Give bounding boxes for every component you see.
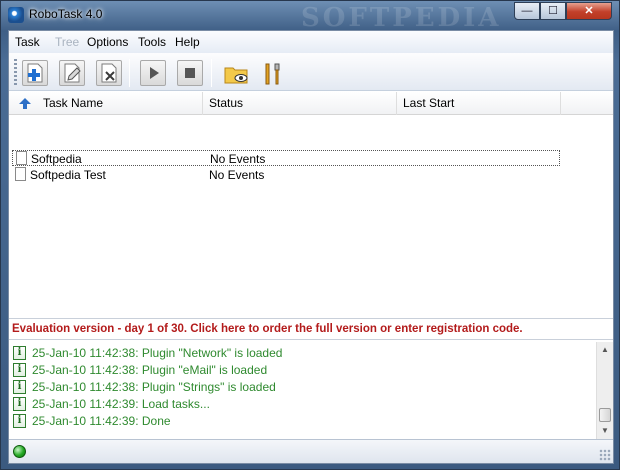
edit-task-button[interactable] (59, 60, 85, 86)
minimize-button[interactable]: — (514, 2, 540, 20)
menu-task[interactable]: Task (15, 35, 40, 49)
task-row[interactable]: Softpedia Test No Events (12, 167, 560, 183)
settings-button[interactable] (259, 60, 285, 86)
toolbar-grip[interactable] (14, 59, 17, 85)
info-icon: i (13, 346, 26, 360)
task-row[interactable]: Softpedia No Events (12, 150, 560, 166)
menu-help[interactable]: Help (175, 35, 200, 49)
softpedia-watermark: SOFTPEDIA (301, 3, 502, 33)
log-entry-text: 25-Jan-10 11:42:39: Load tasks... (32, 397, 210, 411)
stop-task-icon (185, 68, 195, 78)
close-button[interactable]: ✕ (566, 2, 612, 20)
client-area: Task Tree Options Tools Help Task Name S… (8, 30, 614, 464)
column-last-start[interactable]: Last Start (397, 92, 561, 115)
new-task-button[interactable] (22, 60, 48, 86)
menu-tree: Tree (55, 35, 80, 49)
log-scrollbar[interactable]: ▲ ▼ (596, 342, 613, 439)
status-bar (9, 439, 613, 463)
task-list-header: Task Name Status Last Start (9, 92, 613, 115)
menu-tools[interactable]: Tools (138, 35, 166, 49)
log-entry-text: 25-Jan-10 11:42:38: Plugin "Network" is … (32, 346, 283, 360)
app-window: RoboTask 4.0 SOFTPEDIA — ☐ ✕ Task Tree O… (0, 0, 620, 470)
resize-grip[interactable] (599, 449, 611, 461)
scroll-down-icon[interactable]: ▼ (597, 423, 613, 439)
open-folder-icon (224, 67, 248, 84)
toolbar-separator (211, 59, 212, 87)
maximize-button[interactable]: ☐ (540, 2, 566, 20)
task-name: Softpedia Test (30, 168, 106, 182)
column-task-name[interactable]: Task Name (37, 92, 203, 115)
edit-task-icon (64, 63, 81, 83)
log-entry-text: 25-Jan-10 11:42:38: Plugin "Strings" is … (32, 380, 276, 394)
column-last-start-label: Last Start (403, 96, 455, 110)
task-status: No Events (209, 168, 265, 182)
info-icon: i (13, 397, 26, 411)
info-icon: i (13, 363, 26, 377)
column-task-name-label: Task Name (43, 96, 104, 110)
run-task-button[interactable] (140, 60, 166, 86)
column-status[interactable]: Status (203, 92, 397, 115)
log-entry-text: 25-Jan-10 11:42:38: Plugin "eMail" is lo… (32, 363, 268, 377)
task-name: Softpedia (31, 152, 82, 166)
new-task-icon (27, 63, 43, 83)
title-bar[interactable]: RoboTask 4.0 SOFTPEDIA — ☐ ✕ (1, 1, 620, 33)
status-ok-icon (13, 445, 26, 458)
robotask-app-icon[interactable] (8, 7, 24, 23)
task-document-icon (16, 151, 27, 165)
task-status: No Events (210, 152, 266, 166)
log-panel: i 25-Jan-10 11:42:38: Plugin "Network" i… (9, 342, 613, 439)
toolbar-separator (129, 59, 130, 87)
open-folder-button[interactable] (222, 60, 248, 86)
scroll-up-icon[interactable]: ▲ (597, 342, 613, 358)
evaluation-banner[interactable]: Evaluation version - day 1 of 30. Click … (9, 318, 613, 340)
toolbar (9, 53, 613, 91)
stop-task-button[interactable] (177, 60, 203, 86)
menu-bar: Task Tree Options Tools Help (9, 31, 613, 53)
sort-ascending-icon[interactable] (19, 98, 31, 109)
run-task-icon (150, 67, 159, 79)
delete-task-button[interactable] (96, 60, 122, 86)
info-icon: i (13, 414, 26, 428)
info-icon: i (13, 380, 26, 394)
log-entry-text: 25-Jan-10 11:42:39: Done (32, 414, 171, 428)
task-list: Task Name Status Last Start Softpedia No… (9, 92, 613, 318)
column-status-label: Status (209, 96, 244, 110)
scrollbar-thumb[interactable] (599, 408, 611, 422)
menu-options[interactable]: Options (87, 35, 128, 49)
evaluation-notice[interactable]: Evaluation version - day 1 of 30. Click … (12, 323, 523, 335)
settings-icon (265, 63, 280, 85)
delete-task-icon (101, 63, 117, 83)
task-document-icon (15, 167, 26, 181)
window-title: RoboTask 4.0 (29, 7, 103, 21)
